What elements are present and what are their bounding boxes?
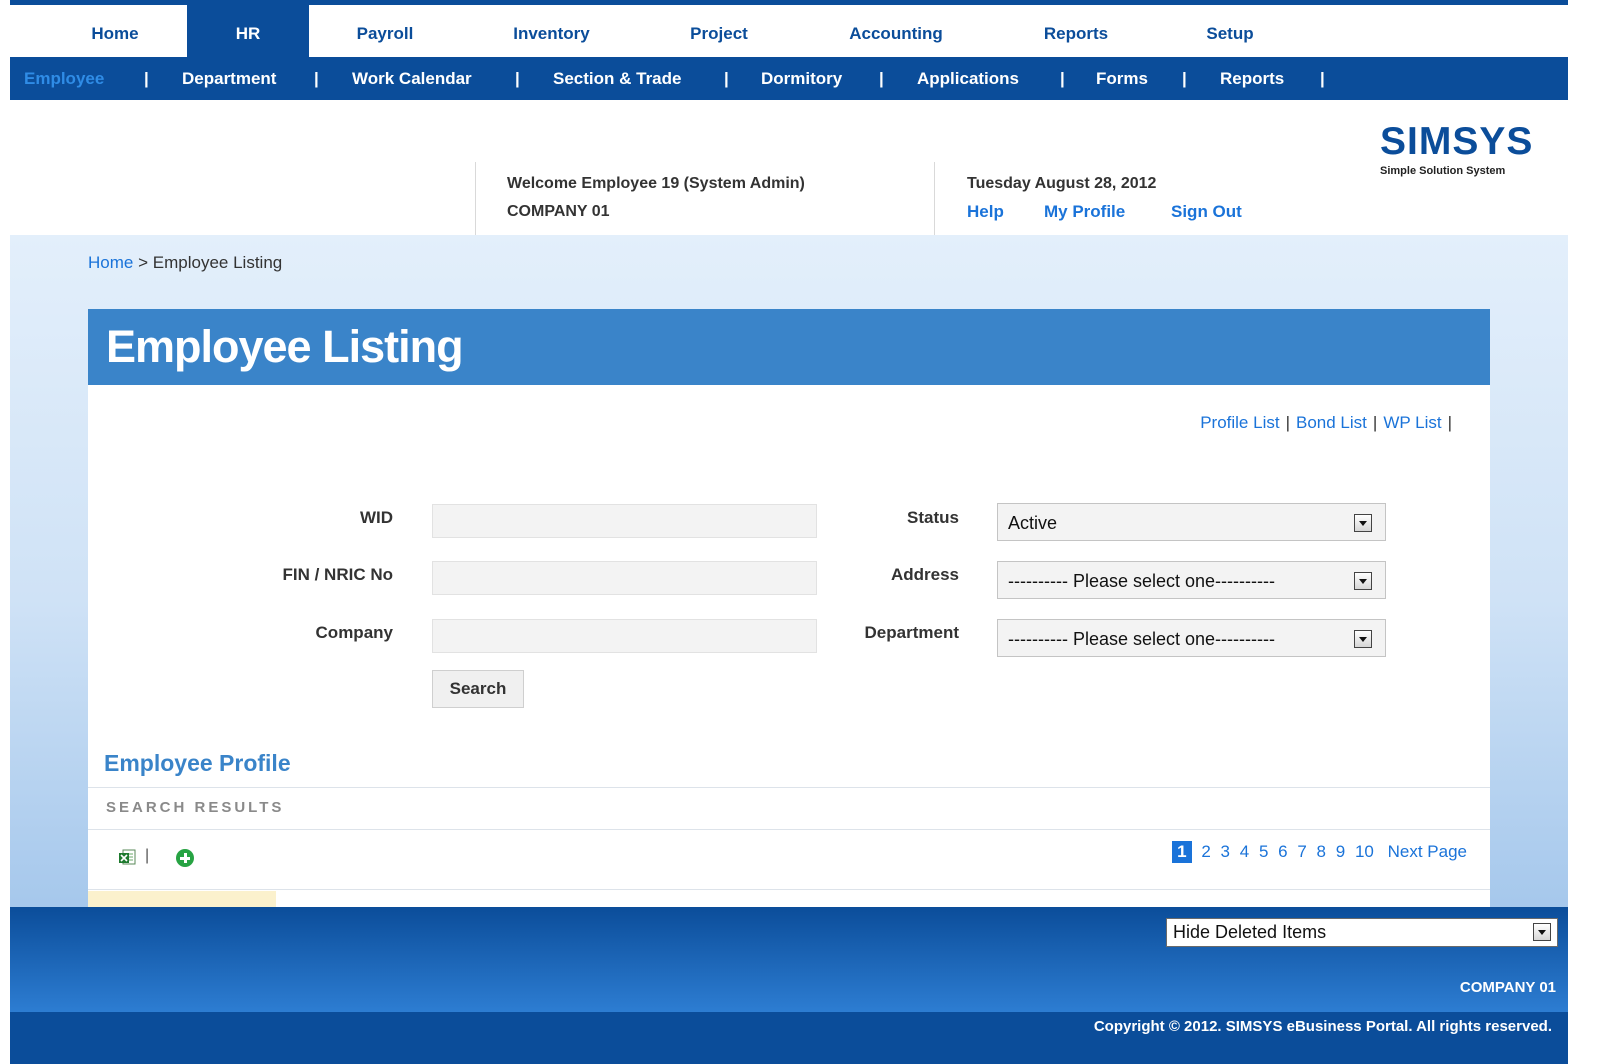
main-tab-reports[interactable]: Reports: [1030, 5, 1122, 57]
add-icon[interactable]: [176, 849, 194, 867]
logo-tagline: Simple Solution System: [1380, 165, 1506, 177]
sub-nav-separator: |: [879, 69, 884, 88]
department-label: Department: [864, 623, 959, 642]
main-tab-hr[interactable]: HR: [187, 5, 309, 57]
sub-nav-separator: |: [515, 69, 520, 88]
welcome-text: Welcome Employee 19 (System Admin): [507, 175, 805, 192]
panel-title-bar: Employee Listing: [88, 309, 1490, 385]
link-separator: |: [1372, 413, 1378, 432]
fin-nric-input[interactable]: [432, 561, 817, 595]
main-tab-setup[interactable]: Setup: [1195, 5, 1265, 57]
sub-nav-applications[interactable]: Applications: [917, 57, 1019, 100]
address-select-value: ---------- Please select one----------: [1008, 571, 1275, 591]
page-10-link[interactable]: 10: [1355, 842, 1374, 862]
profile-list-link[interactable]: Profile List: [1200, 413, 1279, 432]
page-5-link[interactable]: 5: [1259, 842, 1268, 862]
status-select[interactable]: Active: [997, 503, 1386, 541]
wid-label: WID: [359, 508, 393, 527]
chevron-down-icon[interactable]: [1354, 572, 1372, 590]
app-frame: Home HR Payroll Inventory Project Accoun…: [10, 0, 1568, 1064]
sub-nav-separator: |: [1060, 69, 1065, 88]
next-page-link[interactable]: Next Page: [1388, 842, 1467, 862]
excel-export-icon[interactable]: [118, 848, 136, 866]
main-tab-project[interactable]: Project: [674, 5, 764, 57]
sub-nav-reports[interactable]: Reports: [1220, 57, 1284, 100]
company-label: Company: [315, 623, 393, 642]
sub-nav-separator: |: [314, 69, 319, 88]
page-8-link[interactable]: 8: [1317, 842, 1326, 862]
sub-nav-separator: |: [1182, 69, 1187, 88]
table-header-cell: [88, 891, 276, 907]
pagination: 1 2 3 4 5 6 7 8 9 10 Next Page: [1172, 841, 1467, 863]
divider: [88, 787, 1490, 788]
chevron-down-icon[interactable]: [1533, 923, 1551, 941]
logo-wordmark: SIMSYS: [1380, 120, 1534, 163]
employee-listing-panel: Employee Listing Profile List | Bond List |…: [88, 309, 1490, 907]
breadcrumb-home-link[interactable]: Home: [88, 253, 133, 272]
status-select-value: Active: [1008, 513, 1058, 533]
main-tab-accounting[interactable]: Accounting: [832, 5, 960, 57]
department-select-value: ---------- Please select one----------: [1008, 629, 1275, 649]
fin-nric-label: FIN / NRIC No: [282, 565, 394, 584]
search-results-label: SEARCH RESULTS: [106, 799, 285, 816]
employee-profile-heading: Employee Profile: [104, 750, 291, 776]
sub-nav-separator: |: [1320, 69, 1325, 88]
page-title: Employee Listing: [106, 321, 464, 372]
address-label: Address: [890, 565, 959, 584]
company-input[interactable]: [432, 619, 817, 653]
page-3-link[interactable]: 3: [1221, 842, 1230, 862]
list-links: Profile List | Bond List | WP List |: [1200, 413, 1458, 433]
main-tab-payroll[interactable]: Payroll: [340, 5, 430, 57]
chevron-down-icon[interactable]: [1354, 630, 1372, 648]
company-name: COMPANY 01: [507, 203, 610, 220]
sub-nav-forms[interactable]: Forms: [1096, 57, 1148, 100]
sub-nav-separator: |: [724, 69, 729, 88]
my-profile-link[interactable]: My Profile: [1044, 202, 1125, 222]
sub-nav-employee[interactable]: Employee: [24, 57, 104, 100]
chevron-down-icon[interactable]: [1354, 514, 1372, 532]
main-nav: Home HR Payroll Inventory Project Accoun…: [10, 5, 1568, 57]
simsys-logo: SIMSYS Simple Solution System: [1380, 120, 1540, 177]
header-divider: [934, 162, 935, 235]
header-divider: [475, 162, 476, 235]
sub-nav-section-trade[interactable]: Section & Trade: [553, 57, 681, 100]
divider: [88, 829, 1490, 830]
footer-company-name: COMPANY 01: [1459, 979, 1556, 996]
page-9-link[interactable]: 9: [1336, 842, 1345, 862]
page-2-link[interactable]: 2: [1201, 842, 1210, 862]
address-select[interactable]: ---------- Please select one----------: [997, 561, 1386, 599]
deleted-items-filter-select[interactable]: Hide Deleted Items: [1166, 918, 1558, 947]
link-separator: |: [1285, 413, 1290, 432]
bond-list-link[interactable]: Bond List: [1296, 413, 1367, 432]
breadcrumb-separator: >: [138, 253, 149, 272]
sub-nav-dormitory[interactable]: Dormitory: [761, 57, 842, 100]
divider: [88, 889, 1490, 890]
sign-out-link[interactable]: Sign Out: [1171, 202, 1242, 222]
wp-list-link[interactable]: WP List: [1383, 413, 1441, 432]
link-separator: |: [1447, 413, 1452, 432]
sub-nav-department[interactable]: Department: [182, 57, 276, 100]
department-select[interactable]: ---------- Please select one----------: [997, 619, 1386, 657]
deleted-items-filter-value: Hide Deleted Items: [1173, 922, 1327, 942]
page-7-link[interactable]: 7: [1297, 842, 1306, 862]
toolbar-separator: |: [145, 847, 150, 864]
wid-input[interactable]: [432, 504, 817, 538]
status-label: Status: [907, 508, 959, 527]
copyright-text: Copyright © 2012. SIMSYS eBusiness Porta…: [1093, 1018, 1552, 1035]
current-date: Tuesday August 28, 2012: [967, 175, 1157, 192]
sub-nav: Employee | Department | Work Calendar | …: [10, 57, 1568, 100]
page-6-link[interactable]: 6: [1278, 842, 1287, 862]
main-tab-home[interactable]: Home: [78, 5, 152, 57]
help-link[interactable]: Help: [967, 202, 1004, 222]
breadcrumb-current: Employee Listing: [152, 253, 283, 272]
sub-nav-separator: |: [144, 69, 149, 88]
page-4-link[interactable]: 4: [1240, 842, 1249, 862]
sub-nav-work-calendar[interactable]: Work Calendar: [352, 57, 472, 100]
search-button[interactable]: Search: [432, 670, 524, 708]
main-tab-inventory[interactable]: Inventory: [500, 5, 603, 57]
breadcrumb: Home > Employee Listing: [88, 253, 282, 273]
page-1-current[interactable]: 1: [1172, 841, 1192, 863]
